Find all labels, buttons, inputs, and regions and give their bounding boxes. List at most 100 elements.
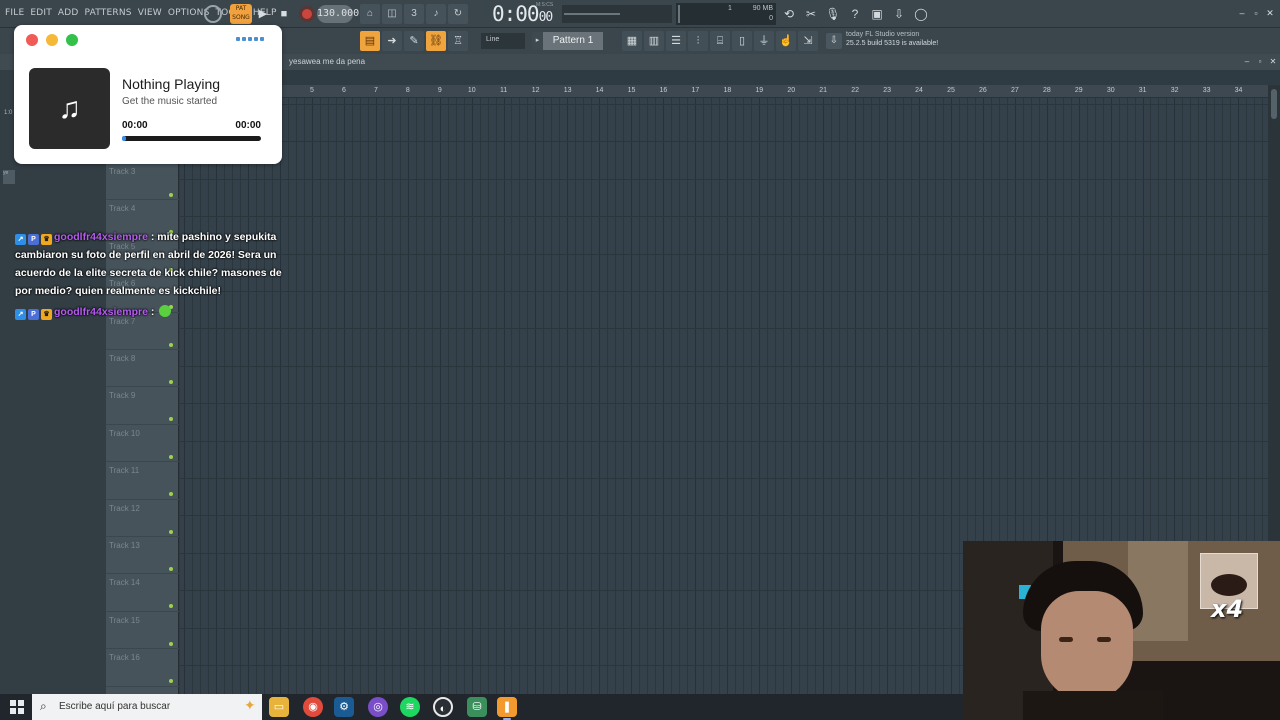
news-panel[interactable]: ⇩ today FL Studio version 25.2.5 build 5… xyxy=(822,30,950,52)
grid-beat-line xyxy=(902,98,904,694)
timeline-ruler[interactable]: 5 6 7 8 9 10 11 12 13 14 15 16 17 18 19 20 21 22 23 24 25 26 2… xyxy=(180,85,1268,98)
metronome-icon[interactable]: ⌂ xyxy=(360,4,380,24)
playlist-maximize-icon[interactable]: ▫ xyxy=(1255,57,1265,66)
touch-controller-icon[interactable]: ⇲ xyxy=(798,31,818,51)
grid-beat-line xyxy=(607,98,609,694)
chat-username[interactable]: goodlfr44xsiempre xyxy=(54,231,148,243)
ruler-bar-number: 13 xyxy=(563,87,572,94)
widget-menu-icon[interactable] xyxy=(236,37,264,41)
grid-beat-line xyxy=(815,98,816,694)
widget-close-button[interactable] xyxy=(26,34,38,46)
track-activity-dot[interactable] xyxy=(169,342,173,347)
loop-record-icon[interactable]: ↻ xyxy=(448,4,468,24)
cut-icon[interactable]: ✂ xyxy=(801,4,821,24)
undo-icon[interactable]: ⟲ xyxy=(779,4,799,24)
snap-select[interactable]: Line xyxy=(481,33,525,49)
track-header[interactable]: Track 15 xyxy=(106,612,179,650)
link-tool-icon[interactable]: ⛓ xyxy=(426,31,446,51)
grid-beat-line xyxy=(503,98,505,694)
maximize-icon[interactable]: ▫ xyxy=(1251,8,1261,18)
track-activity-dot[interactable] xyxy=(169,604,173,609)
track-header[interactable]: Track 8 xyxy=(106,350,179,388)
app-icon[interactable]: ⛁ xyxy=(467,697,487,717)
media-app-icon[interactable]: ◐ xyxy=(433,697,453,717)
menu-add[interactable]: ADD xyxy=(58,8,79,18)
grid-beat-line xyxy=(679,98,681,694)
menu-patterns[interactable]: PATTERNS xyxy=(85,8,132,18)
play-button[interactable]: ▶ xyxy=(254,5,272,23)
save-icon[interactable]: ▣ xyxy=(867,4,887,24)
track-activity-dot[interactable] xyxy=(169,641,173,646)
chrome-icon[interactable]: ◉ xyxy=(303,697,323,717)
microphone-icon[interactable]: 🎙 xyxy=(823,4,843,24)
grid-beat-line xyxy=(615,98,617,694)
record-button[interactable] xyxy=(299,6,315,22)
track-header[interactable]: Track 10 xyxy=(106,425,179,463)
file-explorer-icon[interactable]: ▭ xyxy=(269,697,289,717)
track-activity-dot[interactable] xyxy=(169,417,173,422)
track-activity-dot[interactable] xyxy=(169,492,173,497)
arrow-tool-icon[interactable]: ➜ xyxy=(382,31,402,51)
chat-icon[interactable]: ◯ xyxy=(911,4,931,24)
plugin-icon[interactable]: ⏚ xyxy=(754,31,774,51)
pencil-tool-icon[interactable]: ✎ xyxy=(404,31,424,51)
grid-beat-line xyxy=(207,98,209,694)
mixer-icon[interactable]: ⫶ xyxy=(688,31,708,51)
hint-knob[interactable] xyxy=(204,5,222,23)
track-header[interactable]: Track 16 xyxy=(106,649,179,687)
track-activity-dot[interactable] xyxy=(169,567,173,571)
track-header[interactable]: Track 3 xyxy=(106,163,179,201)
tempo-display[interactable]: 130.000 xyxy=(317,5,359,23)
playlist-icon[interactable]: ▦ xyxy=(622,31,642,51)
grid-beat-line xyxy=(287,98,289,694)
pattern-selector[interactable]: Pattern 1 xyxy=(543,32,603,50)
playlist-minimize-icon[interactable]: – xyxy=(1242,57,1252,66)
export-icon[interactable]: ⇩ xyxy=(889,4,909,24)
pattern-arrow-icon[interactable]: ▸ xyxy=(532,32,543,50)
widget-minimize-button[interactable] xyxy=(46,34,58,46)
track-header[interactable]: Track 12 xyxy=(106,500,179,537)
menu-view[interactable]: VIEW xyxy=(138,8,162,18)
cpu-value: 1 xyxy=(728,5,732,12)
track-header[interactable]: Track 14 xyxy=(106,574,179,612)
track-activity-dot[interactable] xyxy=(169,529,173,534)
breadcrumb[interactable]: yesawea me da pena xyxy=(289,57,365,66)
spotify-icon[interactable]: ≋ xyxy=(400,697,420,717)
obs-icon[interactable]: ◎ xyxy=(368,697,388,717)
track-activity-dot[interactable] xyxy=(169,380,173,384)
track-header[interactable]: Track 9 xyxy=(106,387,179,425)
track-activity-dot[interactable] xyxy=(169,454,173,459)
taskbar-search-box[interactable]: ⌕ Escribe aquí para buscar ✦ xyxy=(32,694,262,720)
steam-icon[interactable]: ⚙ xyxy=(334,697,354,717)
widget-zoom-button[interactable] xyxy=(66,34,78,46)
tempo-tap-icon[interactable]: ☝ xyxy=(776,31,796,51)
pat-song-toggle[interactable]: PAT SONG xyxy=(230,4,252,24)
channel-rack-icon[interactable]: ☰ xyxy=(666,31,686,51)
piano-roll-shortcut-icon[interactable]: ▤ xyxy=(360,31,380,51)
countdown-icon[interactable]: 3 xyxy=(404,4,424,24)
menu-edit[interactable]: EDIT xyxy=(30,8,52,18)
close-icon[interactable]: ✕ xyxy=(1265,8,1275,18)
chat-username[interactable]: goodlfr44xsiempre xyxy=(54,306,148,318)
fl-studio-icon[interactable]: ❚ xyxy=(497,697,517,720)
progress-fill xyxy=(122,136,127,141)
help-icon[interactable]: ? xyxy=(845,4,865,24)
project-icon[interactable]: ▯ xyxy=(732,31,752,51)
progress-bar[interactable] xyxy=(122,136,261,141)
blend-recording-icon[interactable]: ♪ xyxy=(426,4,446,24)
browser-icon[interactable]: ⌸ xyxy=(710,31,730,51)
track-activity-dot[interactable] xyxy=(169,679,173,684)
playlist-close-icon[interactable]: ✕ xyxy=(1268,57,1278,66)
minimize-icon[interactable]: – xyxy=(1237,8,1247,18)
track-activity-dot[interactable] xyxy=(169,193,173,197)
stop-button[interactable]: ■ xyxy=(275,5,293,23)
track-header[interactable]: Track 13 xyxy=(106,537,179,575)
left-label-2[interactable]: ye xyxy=(3,170,15,184)
track-header[interactable]: Track 11 xyxy=(106,462,179,500)
stamp-tool-icon[interactable]: ♖ xyxy=(448,31,468,51)
menu-file[interactable]: FILE xyxy=(5,8,24,18)
wait-for-input-icon[interactable]: ◫ xyxy=(382,4,402,24)
piano-roll-icon[interactable]: ▥ xyxy=(644,31,664,51)
windows-start-icon[interactable] xyxy=(10,700,24,714)
grid-beat-line xyxy=(303,98,305,694)
